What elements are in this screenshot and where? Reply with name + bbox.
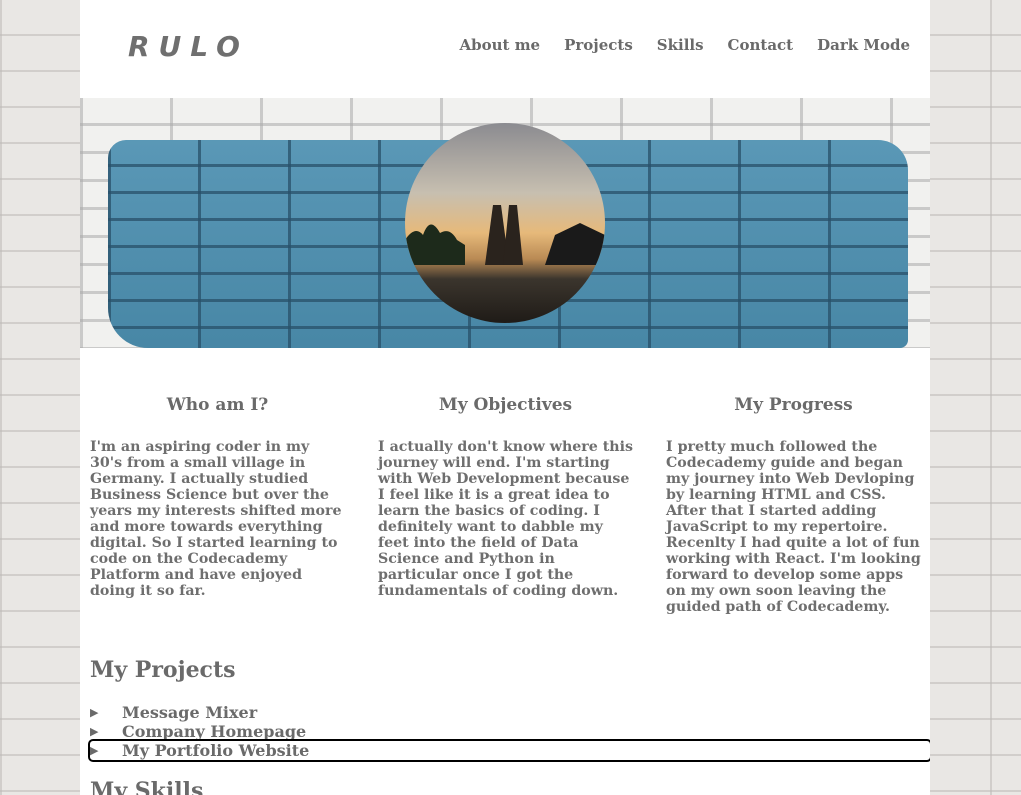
- project-item[interactable]: ▶ My Portfolio Website: [88, 739, 930, 762]
- projects-heading: My Projects: [90, 657, 236, 683]
- nav-skills[interactable]: Skills: [657, 36, 704, 54]
- photo-scene: [405, 205, 605, 265]
- column-title: My Objectives: [438, 395, 573, 415]
- hero-banner: [80, 98, 930, 348]
- nav-projects[interactable]: Projects: [564, 36, 633, 54]
- column-text: I'm an aspiring coder in my 30's from a …: [90, 439, 342, 599]
- column-my-objectives: My Objectives I actually don't know wher…: [378, 395, 633, 599]
- site-header: RULO About me Projects Skills Contact Da…: [80, 0, 930, 98]
- column-my-progress: My Progress I pretty much followed the C…: [666, 395, 921, 615]
- column-who-am-i: Who am I? I'm an aspiring coder in my 30…: [90, 395, 345, 599]
- project-item[interactable]: ▶ Message Mixer: [90, 703, 930, 722]
- skills-heading: My Skills: [90, 778, 204, 795]
- page-container: RULO About me Projects Skills Contact Da…: [80, 0, 930, 795]
- projects-list: ▶ Message Mixer ▶ Company Homepage ▶ My …: [88, 703, 930, 762]
- nav-dark-mode[interactable]: Dark Mode: [817, 36, 910, 54]
- profile-photo: [405, 123, 605, 323]
- site-logo[interactable]: RULO: [128, 30, 249, 63]
- project-label: Message Mixer: [122, 703, 258, 722]
- column-text: I pretty much followed the Codecademy gu…: [666, 439, 921, 615]
- project-label: Company Homepage: [122, 722, 307, 741]
- intro-columns: Who am I? I'm an aspiring coder in my 30…: [90, 395, 921, 635]
- project-label: My Portfolio Website: [122, 741, 310, 760]
- disclosure-triangle-icon: ▶: [90, 725, 99, 738]
- column-title: Who am I?: [166, 395, 269, 415]
- column-title: My Progress: [734, 395, 853, 415]
- nav-contact[interactable]: Contact: [728, 36, 794, 54]
- main-nav: About me Projects Skills Contact Dark Mo…: [460, 36, 911, 54]
- disclosure-triangle-icon: ▶: [90, 706, 99, 719]
- project-item[interactable]: ▶ Company Homepage: [90, 722, 930, 741]
- disclosure-triangle-icon: ▶: [90, 744, 99, 757]
- nav-about-me[interactable]: About me: [460, 36, 541, 54]
- column-text: I actually don't know where this journey…: [378, 439, 633, 599]
